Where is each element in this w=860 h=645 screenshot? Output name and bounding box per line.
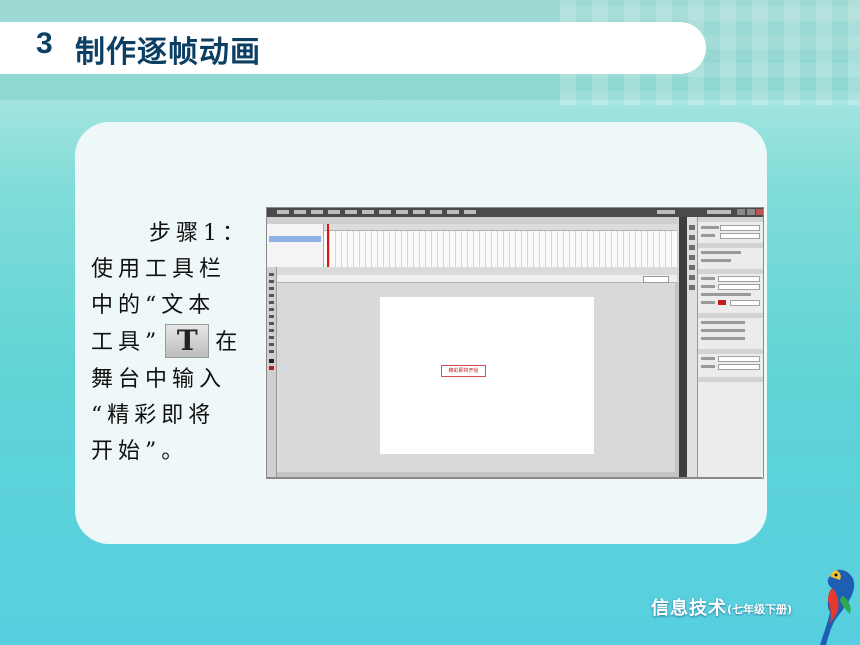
step-line-1: 步骤1：: [149, 221, 249, 246]
frame-ruler: [324, 224, 677, 231]
pasteboard: 精彩即将开始: [277, 283, 675, 472]
screenshot-bottom-edge: [266, 477, 762, 478]
textbook-logo: 信息技术(七年级下册): [651, 594, 792, 620]
section-number: 3: [36, 27, 53, 60]
panel-icon-strip: [687, 217, 698, 478]
stage-text-box: 精彩即将开始: [441, 365, 486, 377]
step-line-4: 工具” T 在: [91, 324, 251, 362]
maximize-icon: [747, 209, 755, 215]
playhead: [327, 224, 329, 267]
logo-main-text: 信息技术: [651, 598, 727, 619]
tools-panel: [267, 267, 277, 478]
fill-color-icon: [269, 366, 274, 370]
step-line-4a: 工具”: [91, 330, 162, 355]
minimize-icon: [737, 209, 745, 215]
selection-tool-icon: [269, 273, 274, 276]
layer-list: [267, 224, 324, 267]
properties-panel: [698, 217, 763, 478]
step-line-3: 中的“文本: [91, 293, 216, 318]
step-line-2: 使用工具栏: [91, 257, 227, 282]
text-tool-icon: T: [165, 324, 210, 358]
timeline-panel: [267, 217, 677, 268]
step-line-7: 开始”。: [91, 439, 189, 464]
close-icon: [756, 209, 763, 215]
app-menubar: [267, 208, 763, 217]
flash-window-screenshot: 精彩即将开始: [266, 207, 764, 479]
stroke-color-icon: [269, 359, 274, 363]
step-line-6: “精彩即将: [91, 403, 216, 428]
step-line-5: 舞台中输入: [91, 367, 227, 392]
text-color-swatch: [718, 300, 726, 305]
logo-sub-text: (七年级下册): [727, 603, 793, 616]
layer-row: [269, 236, 321, 242]
step-instruction: 步骤1： 使用工具栏 中的“文本 工具” T 在 舞台中输入 “精彩即将 开始”。: [91, 216, 251, 470]
panel-divider: [679, 217, 687, 478]
slide-title: 制作逐帧动画: [75, 35, 261, 70]
stage: 精彩即将开始: [380, 297, 594, 454]
parrot-logo-icon: [820, 569, 855, 645]
zoom-field: [643, 276, 669, 283]
step-line-4b: 在: [215, 330, 243, 355]
edit-bar: [277, 275, 677, 283]
